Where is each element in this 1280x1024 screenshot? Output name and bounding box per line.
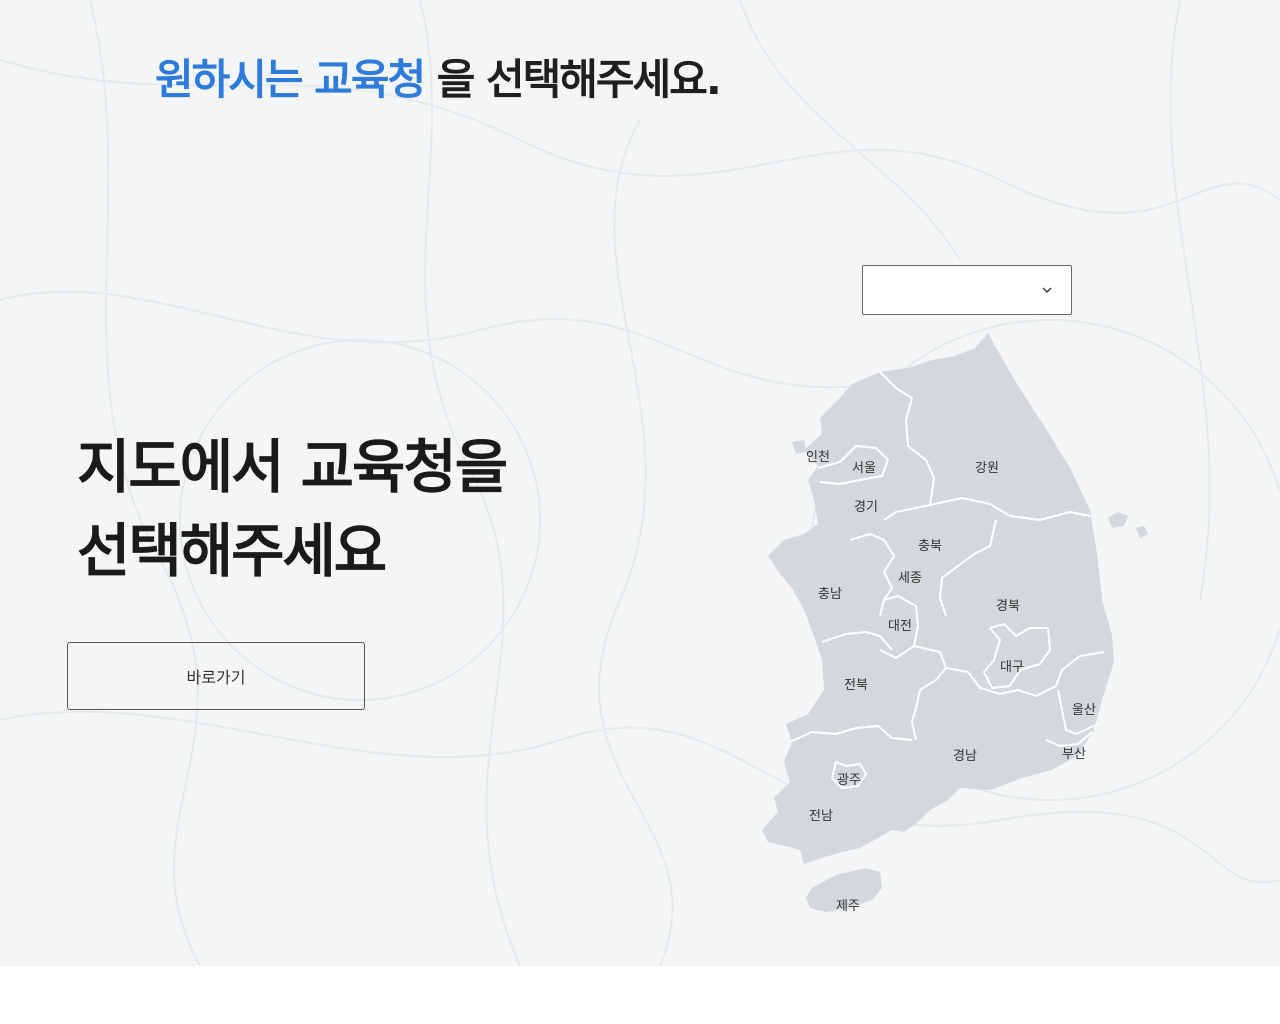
- chevron-down-icon: [1042, 287, 1052, 293]
- region-label-gyeongbuk[interactable]: 경북: [996, 599, 1020, 614]
- region-label-jeju[interactable]: 제주: [836, 899, 860, 914]
- korea-region-map: 인천 서울 경기 강원 충북 세종 충남 대전 경북 대구 전북 울산 경남 부…: [762, 333, 1148, 914]
- region-label-busan[interactable]: 부산: [1062, 747, 1086, 762]
- region-label-gyeongnam[interactable]: 경남: [953, 749, 977, 764]
- hero-title-line-1: 지도에서 교육청을: [77, 433, 508, 501]
- region-label-chungbuk[interactable]: 충북: [918, 539, 942, 554]
- region-label-ulsan[interactable]: 울산: [1072, 703, 1096, 718]
- region-label-gwangju[interactable]: 광주: [837, 773, 861, 788]
- main-stage: 원하시는 교육청 을 선택해주세요. 지도에서 교육청을 선택해주세요 바로가기: [0, 0, 1280, 966]
- go-button[interactable]: 바로가기: [67, 642, 365, 710]
- region-label-daejeon[interactable]: 대전: [888, 619, 912, 634]
- hero-title-line-2: 선택해주세요: [77, 517, 387, 585]
- region-label-seoul[interactable]: 서울: [852, 461, 876, 476]
- headline-rest: 을 선택해주세요.: [436, 55, 722, 104]
- region-label-jeonbuk[interactable]: 전북: [844, 678, 868, 693]
- region-label-incheon[interactable]: 인천: [806, 450, 830, 465]
- hero-title: 지도에서 교육청을 선택해주세요: [77, 425, 508, 593]
- region-label-chungnam[interactable]: 충남: [818, 587, 842, 602]
- region-label-gyeonggi[interactable]: 경기: [854, 500, 878, 515]
- region-label-sejong[interactable]: 세종: [898, 571, 922, 586]
- map-landmass: [762, 333, 1148, 912]
- region-label-daegu[interactable]: 대구: [1000, 660, 1024, 675]
- page-headline: 원하시는 교육청 을 선택해주세요.: [155, 46, 722, 107]
- headline-accent: 원하시는 교육청: [155, 55, 426, 104]
- region-label-gangwon[interactable]: 강원: [975, 461, 999, 476]
- region-label-jeonnam[interactable]: 전남: [809, 809, 833, 824]
- region-select[interactable]: [862, 265, 1072, 315]
